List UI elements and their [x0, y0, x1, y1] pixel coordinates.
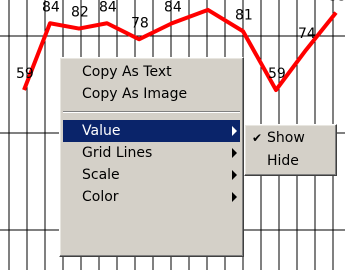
data-label: 59 — [16, 66, 34, 82]
menu-item-label: Value — [82, 123, 121, 139]
checkmark-icon: ✔ — [252, 131, 263, 145]
data-label: 84 — [42, 0, 60, 15]
submenu-item-label: Hide — [267, 153, 299, 169]
submenu-arrow-icon — [232, 192, 237, 202]
value-submenu: ✔ Show Hide — [244, 124, 337, 176]
menu-item-value[interactable]: Value — [63, 120, 240, 142]
data-label: 84 — [99, 0, 117, 15]
menu-item-grid-lines[interactable]: Grid Lines — [60, 142, 243, 164]
submenu-item-label: Show — [267, 130, 305, 146]
menu-item-label: Color — [82, 189, 119, 205]
submenu-item-show[interactable]: ✔ Show — [245, 127, 336, 150]
menu-item-label: Copy As Image — [82, 86, 188, 102]
data-label: 84 — [164, 0, 182, 15]
menu-item-copy-as-text[interactable]: Copy As Text — [60, 61, 243, 83]
submenu-arrow-icon — [232, 170, 237, 180]
menu-item-label: Scale — [82, 167, 120, 183]
data-label: 89 — [200, 0, 218, 2]
data-label: 74 — [298, 26, 316, 42]
data-label: 59 — [268, 66, 286, 82]
submenu-item-hide[interactable]: Hide — [245, 150, 336, 173]
data-label: 82 — [71, 5, 89, 21]
submenu-arrow-icon — [232, 126, 237, 136]
menu-separator — [63, 111, 240, 113]
submenu-arrow-icon — [232, 148, 237, 158]
context-menu: Copy As Text Copy As Image Value Grid Li… — [59, 57, 244, 257]
menu-item-color[interactable]: Color — [60, 186, 243, 208]
data-label: 88 — [328, 0, 345, 5]
menu-item-copy-as-image[interactable]: Copy As Image — [60, 83, 243, 105]
menu-item-scale[interactable]: Scale — [60, 164, 243, 186]
data-label: 78 — [131, 15, 149, 31]
menu-item-label: Copy As Text — [82, 64, 172, 80]
menu-item-label: Grid Lines — [82, 145, 153, 161]
data-label: 81 — [235, 7, 253, 23]
